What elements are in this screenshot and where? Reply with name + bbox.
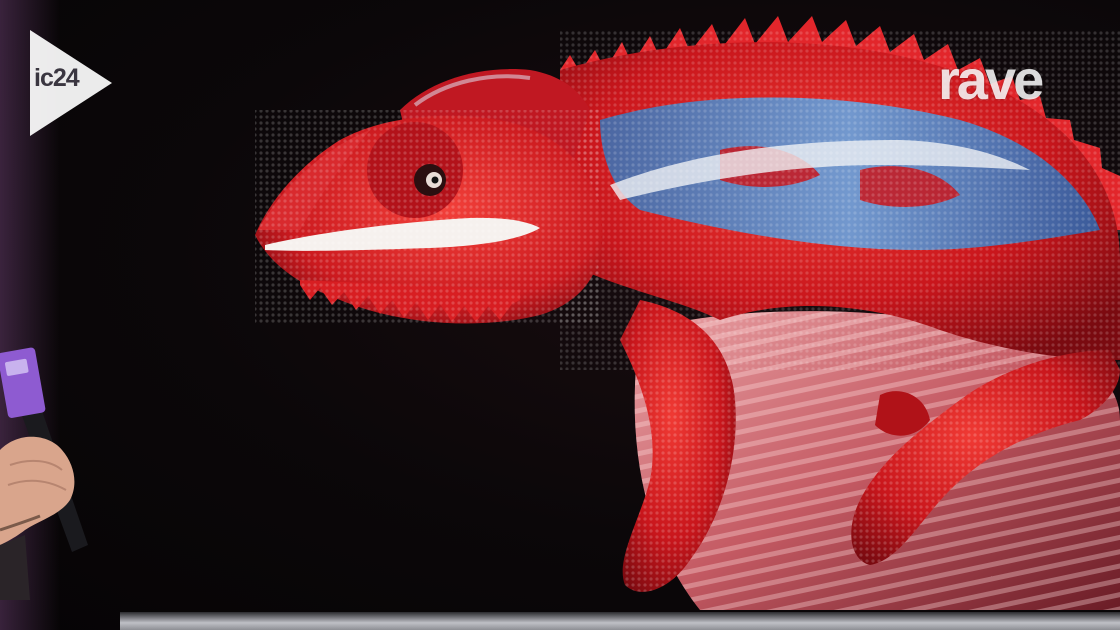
rave-logo: rave xyxy=(938,48,1044,111)
chameleon-head xyxy=(255,69,603,325)
display-bezel xyxy=(120,612,1120,630)
ic24-logo-text: ic24 xyxy=(34,64,80,92)
video-frame: ic24 rave xyxy=(0,0,1120,630)
microphone-hand xyxy=(0,347,88,600)
